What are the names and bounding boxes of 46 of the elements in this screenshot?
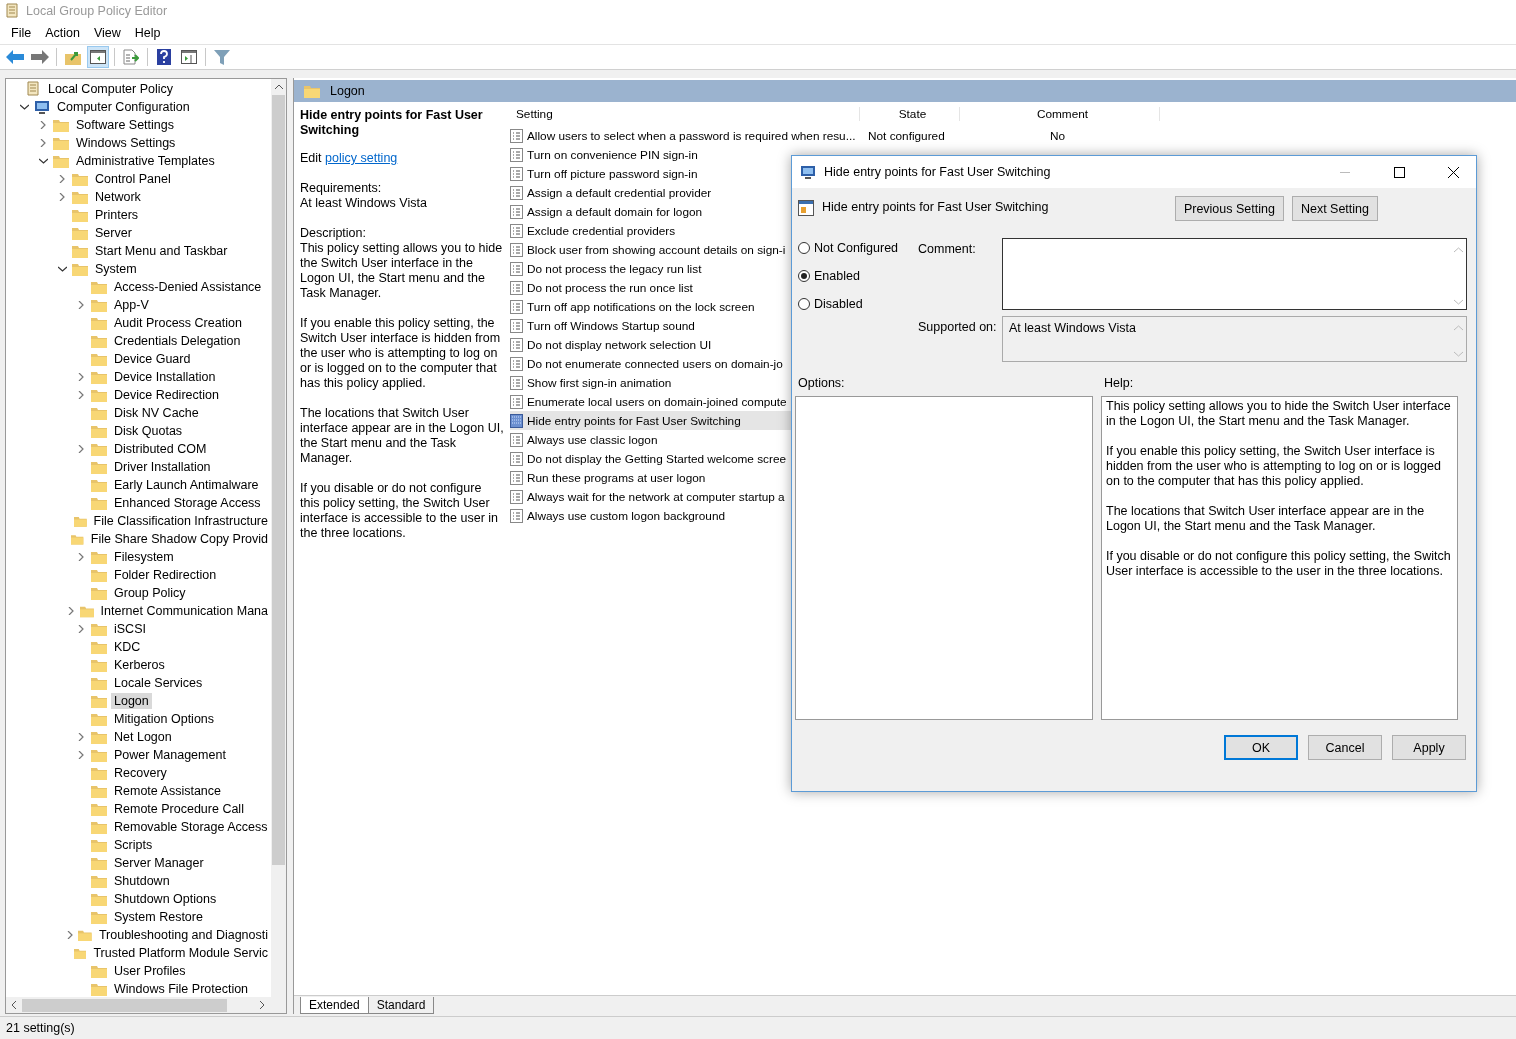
help-text: The locations that Switch User interface appear are in the Logon UI, the Start menu and the Task Manager.	[1106, 504, 1426, 534]
options-label: Options:	[798, 376, 846, 392]
help-text: If you disable or do not configure this policy setting, the Switch User interface is accessible to the user in the three locations.	[1106, 549, 1452, 579]
setting-name: Do not display the Getting Started welcome scree	[527, 451, 786, 466]
help-label: Help:	[1104, 376, 1135, 392]
setting-name: Exclude credential providers	[527, 223, 676, 238]
policy-title: Hide entry points for Fast User Switching	[300, 108, 484, 138]
dialog-title: Hide entry points for Fast User Switching	[824, 165, 1052, 179]
setting-name: Always use classic logon	[527, 432, 658, 447]
description-text: If you enable this policy setting, the Switch User interface is hidden from the user who is attempting to log on or is logged on to the computer that has this policy applied.	[300, 316, 502, 391]
description-text: If you disable or do not configure this policy setting, the Switch User interface is accessible to the user in the three locations.	[300, 481, 500, 541]
setting-name: Do not enumerate connected users on domain-jo	[527, 356, 783, 371]
pane-title: Logon	[330, 84, 365, 98]
setting-name: Do not process the legacy run list	[527, 261, 702, 276]
description-label: Description:	[300, 226, 367, 241]
status-text: 21 setting(s)	[6, 1021, 75, 1035]
help-text: This policy setting allows you to hide the Switch User interface in the Logon UI, the Start menu and the Task Manager.	[1106, 399, 1452, 429]
setting-name: Do not process the run once list	[527, 280, 693, 295]
setting-state: Not configured	[868, 128, 946, 143]
setting-name: Assign a default credential provider	[527, 185, 712, 200]
edit-label: Edit	[300, 151, 323, 165]
setting-name: Do not display network selection UI	[527, 337, 712, 352]
setting-name: Block user from showing account details on sign-i	[527, 242, 786, 257]
setting-name: Assign a default domain for logon	[527, 204, 703, 219]
setting-heading: Hide entry points for Fast User Switching	[822, 200, 1050, 214]
requirements-text: At least Windows Vista	[300, 196, 428, 211]
setting-name: Turn off picture password sign-in	[527, 166, 698, 181]
help-text: If you enable this policy setting, the Switch User interface is hidden from the user who is attempting to log on or is logged on to the computer that has this policy applied.	[1106, 444, 1442, 489]
setting-name: Turn on convenience PIN sign-in	[527, 147, 698, 162]
setting-name: Show first sign-in animation	[527, 375, 672, 390]
setting-name: Always wait for the network at computer startup a	[527, 489, 785, 504]
window-title: Local Group Policy Editor	[26, 4, 168, 18]
description-text: This policy setting allows you to hide the Switch User interface in the Logon UI, the Start menu and the Task Manager.	[300, 241, 504, 301]
setting-name: Enumerate local users on domain-joined compute	[527, 394, 787, 409]
setting-name: Run these programs at user logon	[527, 470, 706, 485]
supported-field: At least Windows Vista	[1002, 316, 1467, 362]
setting-comment: No	[1050, 128, 1067, 143]
setting-name: Always use custom logon background	[527, 508, 726, 523]
setting-name: Allow users to select when a password is required when resu...	[527, 128, 856, 143]
setting-name: Turn off Windows Startup sound	[527, 318, 695, 333]
comment-label: Comment:	[918, 241, 977, 258]
setting-name: Turn off app notifications on the lock screen	[527, 299, 755, 314]
description-text: The locations that Switch User interface appear are in the Logon UI, the Start menu and the Task Manager.	[300, 406, 504, 466]
requirements-label: Requirements:	[300, 181, 383, 196]
setting-name: Hide entry points for Fast User Switching	[527, 413, 741, 428]
supported-label: Supported on:	[918, 319, 998, 336]
